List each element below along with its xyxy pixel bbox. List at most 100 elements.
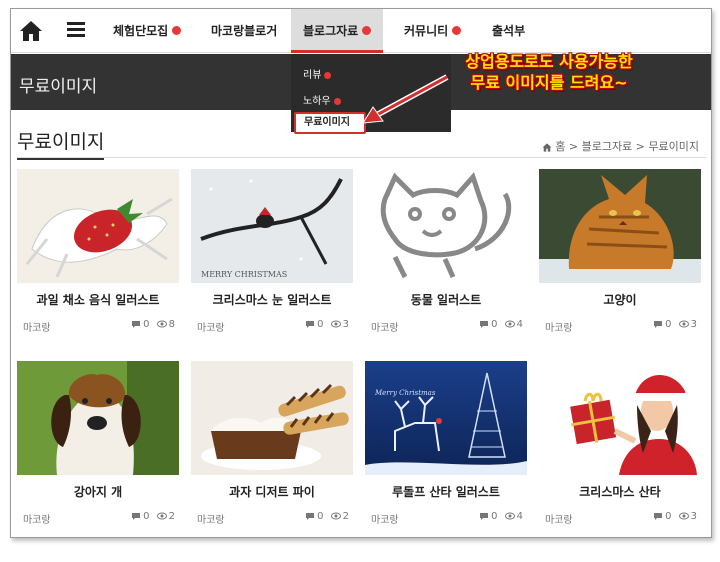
comment-count: 0: [317, 319, 324, 330]
post-card[interactable]: 강아지 개 마코랑 0 2: [17, 361, 179, 531]
comment-count: 0: [665, 511, 672, 522]
comment-icon: [306, 321, 315, 328]
post-author: 마코랑: [197, 515, 225, 526]
eye-icon: [678, 320, 689, 328]
comment-count: 0: [143, 511, 150, 522]
comment-count: 0: [491, 511, 498, 522]
comment-icon: [480, 513, 489, 520]
home-icon: [542, 142, 552, 152]
post-stats: 0 3: [649, 319, 697, 330]
post-card[interactable]: 과자 디저트 파이 마코랑 0 2: [191, 361, 353, 531]
comment-count: 0: [491, 319, 498, 330]
post-card[interactable]: 과일 채소 음식 일러스트 마코랑 0 8: [17, 169, 179, 339]
comment-icon: [132, 513, 141, 520]
comment-count: 0: [665, 319, 672, 330]
post-stats: 0 3: [301, 319, 349, 330]
post-title[interactable]: 크리스마스 산타: [539, 483, 701, 500]
new-dot-icon: [324, 71, 332, 79]
post-stats: 0 4: [475, 511, 523, 522]
nav-label: 출석부: [492, 24, 526, 38]
eye-icon: [504, 512, 515, 520]
comment-icon: [654, 513, 663, 520]
thumbnail-christmas-branch[interactable]: MERRY CHRISTMAS: [191, 169, 353, 283]
post-author: 마코랑: [371, 323, 399, 334]
page-title: 무료이미지: [19, 77, 98, 97]
nav-item-community[interactable]: 커뮤니티: [404, 9, 462, 53]
section-title: 무료이미지: [17, 127, 105, 160]
dropdown-label: 리뷰: [303, 70, 322, 81]
post-title[interactable]: 과자 디저트 파이: [191, 483, 353, 500]
post-card[interactable]: Merry Christmas 루돌프 산타 일러스트 마코랑 0 4: [365, 361, 527, 531]
view-count: 3: [690, 511, 697, 522]
post-title[interactable]: 루돌프 산타 일러스트: [365, 483, 527, 500]
post-stats: 0 8: [127, 319, 175, 330]
thumbnail-caption: Merry Christmas: [374, 389, 436, 397]
post-title[interactable]: 강아지 개: [17, 483, 179, 500]
nav-item-attendance[interactable]: 출석부: [492, 9, 525, 53]
eye-icon: [156, 512, 167, 520]
view-count: 2: [342, 511, 349, 522]
nav-item-blogger[interactable]: 마코랑블로거: [211, 9, 277, 53]
post-title[interactable]: 과일 채소 음식 일러스트: [17, 291, 179, 308]
post-title[interactable]: 크리스마스 눈 일러스트: [191, 291, 353, 308]
top-navbar: 체험단모집 마코랑블로거 블로그자료 커뮤니티 출석부: [11, 9, 711, 53]
post-stats: 0 2: [301, 511, 349, 522]
nav-label: 커뮤니티: [404, 24, 449, 38]
post-stats: 0 2: [127, 511, 175, 522]
view-count: 3: [342, 319, 349, 330]
nav-item-experience[interactable]: 체험단모집: [113, 9, 182, 53]
post-card[interactable]: 고양이 마코랑 0 3: [539, 169, 701, 339]
annotation-callout: 상업용도로도 사용가능한 무료 이미지를 드려요~: [419, 51, 679, 93]
nav-label: 마코랑블로거: [211, 24, 278, 38]
browser-frame: 체험단모집 마코랑블로거 블로그자료 커뮤니티 출석부 무료이미지 리뷰 노하우…: [10, 8, 712, 538]
thumbnail-strawberry-splash[interactable]: [17, 169, 179, 283]
thumbnail-caption: MERRY CHRISTMAS: [201, 270, 287, 279]
dropdown-item-review[interactable]: 리뷰: [303, 66, 332, 81]
eye-icon: [678, 512, 689, 520]
callout-line: 무료 이미지를 드려요~: [470, 73, 628, 92]
post-card[interactable]: 크리스마스 산타 마코랑 0 3: [539, 361, 701, 531]
post-title[interactable]: 동물 일러스트: [365, 291, 527, 308]
home-icon[interactable]: [19, 20, 43, 42]
nav-item-blog-resources[interactable]: 블로그자료: [291, 9, 384, 53]
post-card[interactable]: MERRY CHRISTMAS 크리스마스 눈 일러스트 마코랑 0 3: [191, 169, 353, 339]
post-stats: 0 3: [649, 511, 697, 522]
view-count: 2: [168, 511, 175, 522]
post-title[interactable]: 고양이: [539, 291, 701, 308]
hamburger-menu-icon[interactable]: [67, 22, 85, 38]
new-dot-icon: [452, 26, 462, 35]
thumbnail-santa-girl[interactable]: [539, 361, 701, 475]
eye-icon: [156, 320, 167, 328]
breadcrumb-text[interactable]: 홈 > 블로그자료 > 무료이미지: [555, 140, 699, 153]
comment-count: 0: [143, 319, 150, 330]
post-author: 마코랑: [197, 323, 225, 334]
thumbnail-dessert[interactable]: [191, 361, 353, 475]
eye-icon: [504, 320, 515, 328]
view-count: 4: [516, 319, 523, 330]
comment-count: 0: [317, 511, 324, 522]
thumbnail-rudolph-tree[interactable]: Merry Christmas: [365, 361, 527, 475]
nav-label: 블로그자료: [303, 24, 359, 38]
dropdown-label: 노하우: [303, 96, 331, 107]
callout-line: 상업용도로도 사용가능한: [465, 52, 633, 71]
thumbnail-beagle[interactable]: [17, 361, 179, 475]
comment-icon: [132, 321, 141, 328]
post-author: 마코랑: [545, 323, 573, 334]
post-author: 마코랑: [371, 515, 399, 526]
post-author: 마코랑: [23, 515, 51, 526]
new-dot-icon: [362, 26, 372, 35]
dropdown-item-knowhow[interactable]: 노하우: [303, 92, 341, 107]
new-dot-icon: [333, 97, 341, 105]
thumbnail-orange-cat[interactable]: [539, 169, 701, 283]
nav-label: 체험단모집: [113, 24, 169, 38]
view-count: 3: [690, 319, 697, 330]
breadcrumb: 홈 > 블로그자료 > 무료이미지: [542, 138, 699, 154]
post-card[interactable]: 동물 일러스트 마코랑 0 4: [365, 169, 527, 339]
thumbnail-cat-line-art[interactable]: [365, 169, 527, 283]
comment-icon: [480, 321, 489, 328]
view-count: 8: [168, 319, 175, 330]
new-dot-icon: [172, 26, 182, 35]
post-stats: 0 4: [475, 319, 523, 330]
comment-icon: [654, 321, 663, 328]
post-author: 마코랑: [545, 515, 573, 526]
